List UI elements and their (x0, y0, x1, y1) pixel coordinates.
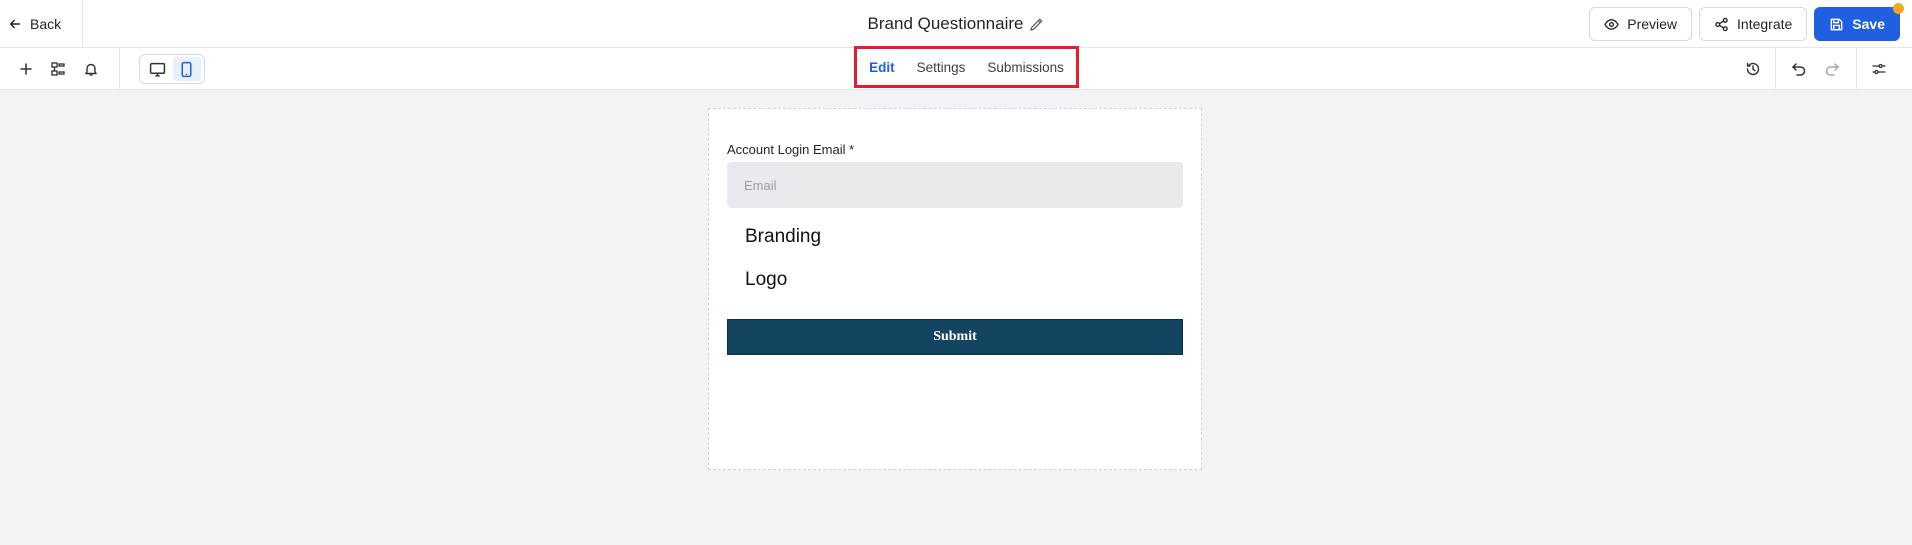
toolbar-divider (119, 48, 120, 90)
mobile-view-button[interactable] (172, 57, 201, 81)
toolbar-divider (1856, 48, 1857, 90)
toolbar-divider (1775, 48, 1776, 90)
save-label: Save (1852, 16, 1885, 32)
tab-settings[interactable]: Settings (917, 60, 966, 75)
page-title[interactable]: Brand Questionnaire (868, 14, 1024, 34)
desktop-icon (149, 62, 166, 77)
preview-button[interactable]: Preview (1589, 7, 1693, 41)
share-icon (1715, 17, 1728, 31)
mobile-icon (181, 61, 192, 77)
email-field[interactable] (727, 162, 1183, 208)
preview-label: Preview (1627, 16, 1678, 32)
eye-icon (1604, 18, 1620, 30)
form-preview: Account Login Email * Branding Logo Subm… (708, 108, 1202, 470)
undo-icon[interactable] (1789, 59, 1809, 79)
logo-heading[interactable]: Logo (745, 269, 787, 291)
sliders-icon[interactable] (1869, 59, 1889, 79)
integrate-button[interactable]: Integrate (1699, 7, 1808, 41)
bell-icon[interactable] (81, 59, 101, 79)
tab-edit[interactable]: Edit (869, 60, 895, 75)
layers-icon[interactable] (48, 59, 68, 79)
editor-tabs: Edit Settings Submissions (854, 46, 1079, 88)
header-divider (82, 0, 83, 48)
pencil-icon[interactable] (1029, 17, 1044, 32)
floppy-disk-icon (1830, 18, 1843, 30)
redo-icon[interactable] (1822, 59, 1842, 79)
history-icon[interactable] (1743, 59, 1763, 79)
title-group: Brand Questionnaire (868, 14, 1045, 34)
save-button[interactable]: Save (1814, 3, 1904, 41)
submit-button[interactable]: Submit (727, 319, 1183, 355)
branding-heading[interactable]: Branding (745, 226, 821, 248)
plus-icon[interactable] (16, 59, 36, 79)
top-header: Back Brand Questionnaire Preview Integra… (0, 0, 1912, 48)
tab-submissions[interactable]: Submissions (987, 60, 1064, 75)
back-button[interactable]: Back (8, 13, 61, 35)
header-actions: Preview Integrate Save (1589, 3, 1904, 41)
integrate-label: Integrate (1737, 16, 1793, 32)
unsaved-indicator-badge (1893, 3, 1904, 14)
email-field-label: Account Login Email * (727, 142, 855, 157)
device-toggle (139, 54, 205, 84)
arrow-left-icon (9, 19, 21, 29)
desktop-view-button[interactable] (144, 57, 172, 81)
back-label: Back (30, 16, 62, 32)
